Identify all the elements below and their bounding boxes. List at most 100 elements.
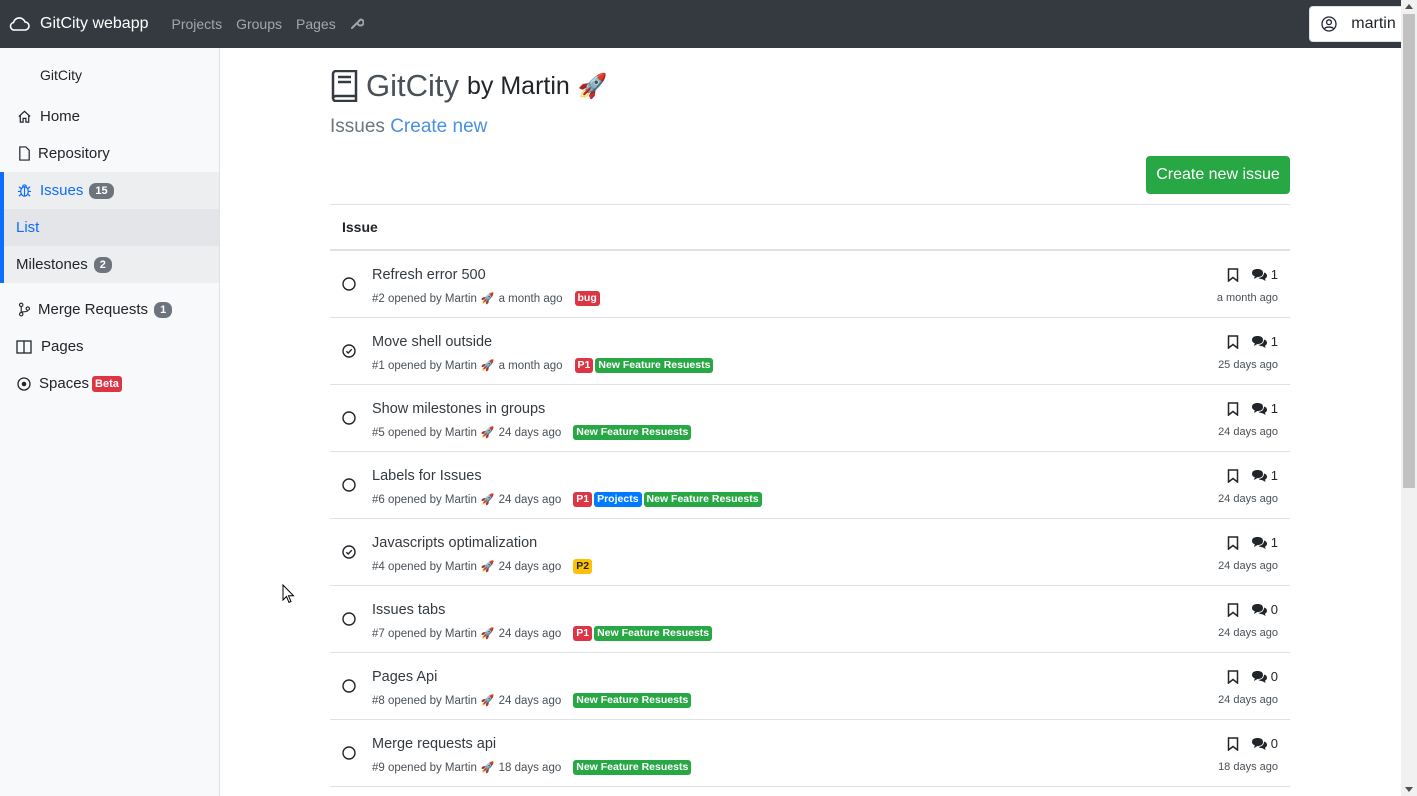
circle-icon xyxy=(342,679,356,693)
issue-title-link[interactable]: Javascripts optimalization xyxy=(372,535,537,551)
comments-icon xyxy=(1251,603,1267,616)
sidebar-item-list[interactable]: List xyxy=(0,209,219,246)
issue-number: #4 xyxy=(372,560,385,573)
issue-label[interactable]: Projects xyxy=(594,492,642,507)
sidebar-item-spaces[interactable]: Spaces Beta xyxy=(0,365,219,402)
issue-updated: 24 days ago xyxy=(1218,627,1278,639)
issue-title-link[interactable]: Refresh error 500 xyxy=(372,267,486,283)
bookmark-icon[interactable] xyxy=(1227,401,1239,416)
sidebar-item-label: Pages xyxy=(41,338,84,355)
issue-label[interactable]: New Feature Resuests xyxy=(594,626,713,641)
issue-updated: a month ago xyxy=(1216,292,1278,304)
issue-opened-ago: 24 days ago xyxy=(498,694,562,707)
admin-link[interactable] xyxy=(350,16,364,33)
create-new-link[interactable]: Create new xyxy=(390,116,487,137)
issue-opened-ago: 18 days ago xyxy=(498,761,562,774)
issue-label[interactable]: New Feature Resuests xyxy=(595,358,714,373)
rocket-icon: 🚀 xyxy=(480,762,495,774)
circle-icon xyxy=(342,277,356,291)
issue-actions: 1 xyxy=(1227,334,1278,349)
comment-count: 1 xyxy=(1270,535,1278,550)
issue-title-link[interactable]: Move shell outside xyxy=(372,334,492,350)
bookmark-icon[interactable] xyxy=(1227,669,1239,684)
beta-badge: Beta xyxy=(92,375,122,392)
issue-meta: #7 opened by Martin 🚀 24 days ago P1 New Fea… xyxy=(372,626,713,641)
circle-icon xyxy=(342,411,356,425)
sidebar-item-label: Merge Requests xyxy=(38,301,149,318)
scroll-down-arrow-icon[interactable] xyxy=(1405,787,1413,792)
issue-label[interactable]: New Feature Resuests xyxy=(643,492,762,507)
bookmark-icon[interactable] xyxy=(1227,267,1239,282)
issue-actions: 1 xyxy=(1227,535,1278,550)
bookmark-icon[interactable] xyxy=(1227,602,1239,617)
issue-opened-ago: 24 days ago xyxy=(498,627,562,640)
issue-label[interactable]: P1 xyxy=(574,358,594,373)
issue-actions: 1 xyxy=(1227,468,1278,483)
table-row: Move shell outside #1 opened by Martin 🚀 a … xyxy=(330,318,1290,385)
issue-title-link[interactable]: Pages Api xyxy=(372,669,437,685)
table-row: Show milestones in groups #5 opened by Ma… xyxy=(330,385,1290,452)
sidebar-item-milestones[interactable]: Milestones 2 xyxy=(0,246,219,283)
issue-meta: #6 opened by Martin 🚀 24 days ago P1 Project… xyxy=(372,492,762,507)
issue-opened-by: opened by Martin xyxy=(388,359,477,372)
top-navbar: GitCity webapp Projects Groups Pages xyxy=(0,0,1401,48)
bookmark-icon[interactable] xyxy=(1227,535,1239,550)
issue-opened-by: opened by Martin xyxy=(388,426,477,439)
brand-link[interactable]: GitCity webapp xyxy=(8,15,149,33)
sidebar-item-home[interactable]: Home xyxy=(0,98,219,135)
sidebar-item-merge-requests[interactable]: Merge Requests 1 xyxy=(0,291,219,328)
comment-count: 1 xyxy=(1270,401,1278,416)
sidebar-item-label: Issues xyxy=(40,182,84,199)
book-open-icon xyxy=(16,339,32,355)
merge-requests-count-badge: 1 xyxy=(154,301,173,318)
issue-opened-ago: 24 days ago xyxy=(498,560,562,573)
issue-label[interactable]: P2 xyxy=(573,559,593,574)
comment-count: 0 xyxy=(1270,602,1278,617)
user-menu-button[interactable]: martin xyxy=(1309,6,1408,42)
issue-opened-ago: a month ago xyxy=(498,359,563,372)
issue-label[interactable]: New Feature Resuests xyxy=(573,693,692,708)
comments-icon xyxy=(1251,670,1267,683)
issue-number: #6 xyxy=(372,493,385,506)
sidebar-item-pages[interactable]: Pages xyxy=(0,328,219,365)
create-new-issue-button[interactable]: Create new issue xyxy=(1146,156,1290,194)
issue-title-link[interactable]: Labels for Issues xyxy=(372,468,482,484)
issue-opened-ago: a month ago xyxy=(498,292,563,305)
issue-actions: 1 xyxy=(1227,401,1278,416)
circle-icon xyxy=(342,612,356,626)
issue-title-link[interactable]: Merge requests api xyxy=(372,736,496,752)
book-icon xyxy=(331,70,358,102)
issue-label[interactable]: P1 xyxy=(573,626,593,641)
sidebar-title: GitCity xyxy=(40,67,82,83)
comment-count: 1 xyxy=(1270,468,1278,483)
vertical-scrollbar[interactable] xyxy=(1401,0,1417,796)
sidebar-item-repository[interactable]: Repository xyxy=(0,135,219,172)
sidebar-item-label: Home xyxy=(40,108,81,125)
bookmark-icon[interactable] xyxy=(1227,334,1239,349)
issue-opened-by: opened by Martin xyxy=(388,761,477,774)
comments-icon xyxy=(1251,536,1267,549)
issue-label[interactable]: bug xyxy=(574,291,600,306)
scrollbar-thumb[interactable] xyxy=(1403,14,1415,488)
issues-list: Refresh error 500 #2 opened by Martin 🚀 a m… xyxy=(330,251,1290,787)
table-row: Merge requests api #9 opened by Martin 🚀 18… xyxy=(330,720,1290,787)
file-icon xyxy=(16,146,32,162)
bookmark-icon[interactable] xyxy=(1227,468,1239,483)
issue-label[interactable]: P1 xyxy=(573,492,593,507)
subtitle-issues: Issues xyxy=(330,116,385,137)
rocket-icon: 🚀 xyxy=(480,695,495,707)
comments-icon xyxy=(1251,268,1267,281)
issue-label[interactable]: New Feature Resuests xyxy=(573,425,692,440)
nav-groups[interactable]: Groups xyxy=(236,16,282,32)
issue-title-link[interactable]: Issues tabs xyxy=(372,602,445,618)
bookmark-icon[interactable] xyxy=(1227,736,1239,751)
comment-count: 1 xyxy=(1270,334,1278,349)
nav-projects[interactable]: Projects xyxy=(172,16,223,32)
nav-pages[interactable]: Pages xyxy=(296,16,336,32)
issue-label[interactable]: New Feature Resuests xyxy=(573,760,692,775)
issue-number: #2 xyxy=(372,292,385,305)
scroll-up-arrow-icon[interactable] xyxy=(1405,4,1413,9)
issue-title-link[interactable]: Show milestones in groups xyxy=(372,401,545,417)
issue-updated: 25 days ago xyxy=(1218,359,1278,371)
sidebar-item-issues[interactable]: Issues 15 xyxy=(0,172,219,209)
